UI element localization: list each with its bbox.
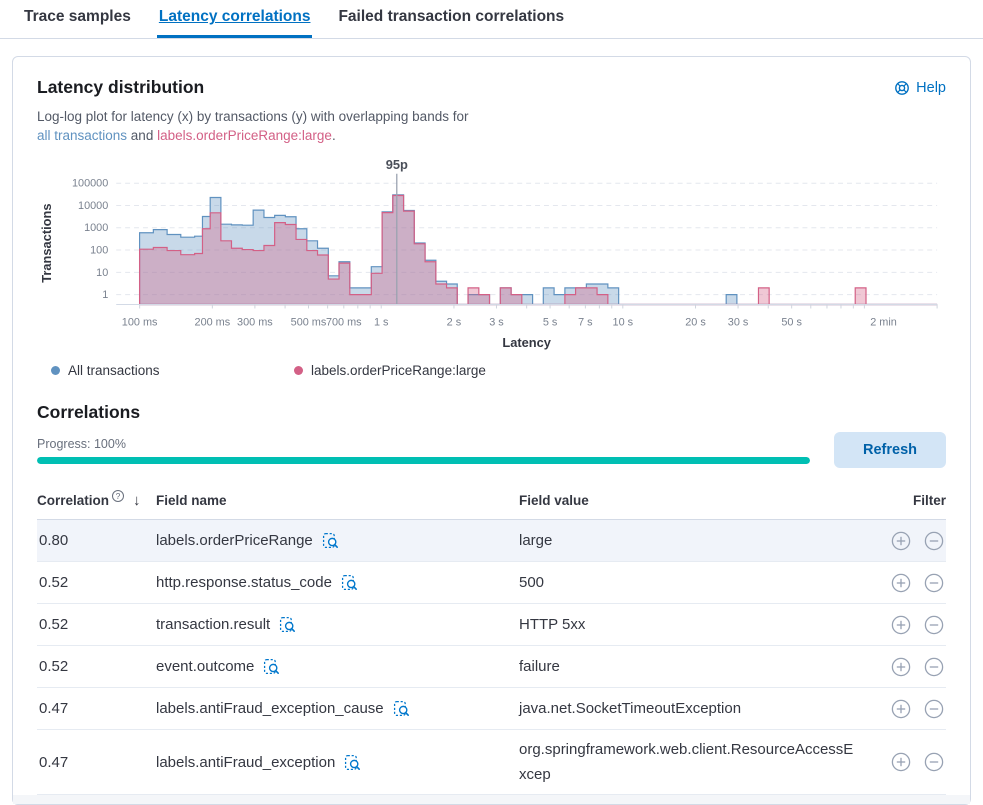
correlation-value: 0.52: [37, 616, 156, 633]
filter-include-button[interactable]: [891, 657, 911, 677]
filter-exclude-button[interactable]: [924, 531, 944, 551]
svg-text:10000: 10000: [78, 200, 108, 212]
svg-text:Latency: Latency: [502, 335, 551, 350]
svg-text:1000: 1000: [84, 222, 108, 234]
latency-correlations-panel: Latency distribution Help Log-log plot f…: [12, 56, 971, 805]
field-name: http.response.status_code: [156, 574, 332, 591]
field-statistics-icon[interactable]: [279, 616, 296, 633]
help-label: Help: [916, 80, 946, 96]
svg-text:5 s: 5 s: [543, 316, 558, 328]
legend-dot-pink: [294, 366, 303, 375]
filter-exclude-button[interactable]: [924, 657, 944, 677]
svg-text:10: 10: [96, 267, 108, 279]
page-title: Latency distribution: [37, 77, 204, 98]
svg-text:100 ms: 100 ms: [122, 316, 158, 328]
field-statistics-icon[interactable]: [322, 532, 339, 549]
correlations-heading: Correlations: [37, 402, 946, 423]
svg-text:95p: 95p: [386, 157, 408, 172]
table-row: 0.52 transaction.result HTTP 5xx: [37, 604, 946, 646]
svg-text:3 s: 3 s: [489, 316, 504, 328]
legend-item-order-price-range[interactable]: labels.orderPriceRange:large: [294, 363, 486, 378]
svg-text:1: 1: [102, 289, 108, 301]
field-statistics-icon[interactable]: [263, 658, 280, 675]
field-name: labels.antiFraud_exception: [156, 754, 335, 771]
tab-bar: Trace samples Latency correlations Faile…: [0, 0, 983, 39]
field-value: large: [519, 521, 856, 560]
svg-text:20 s: 20 s: [685, 316, 706, 328]
field-statistics-icon[interactable]: [344, 754, 361, 771]
filter-include-button[interactable]: [891, 752, 911, 772]
svg-text:10 s: 10 s: [613, 316, 634, 328]
progress-bar: [37, 457, 810, 464]
field-value: failure: [519, 647, 856, 686]
svg-text:50 s: 50 s: [781, 316, 802, 328]
next-row-partial: [13, 795, 970, 804]
field-value: 500: [519, 563, 856, 602]
all-transactions-link[interactable]: all transactions: [37, 128, 127, 143]
column-header-field-value: Field value: [519, 493, 856, 508]
chart-description: Log-log plot for latency (x) by transact…: [37, 107, 946, 145]
legend-dot-blue: [51, 366, 60, 375]
column-header-field-name: Field name: [156, 493, 519, 508]
correlation-value: 0.47: [37, 754, 156, 771]
field-statistics-icon[interactable]: [393, 700, 410, 717]
refresh-button[interactable]: Refresh: [834, 432, 946, 468]
filter-exclude-button[interactable]: [924, 573, 944, 593]
filter-include-button[interactable]: [891, 615, 911, 635]
correlation-value: 0.52: [37, 658, 156, 675]
help-link[interactable]: Help: [894, 80, 946, 96]
field-name: event.outcome: [156, 658, 254, 675]
filter-exclude-button[interactable]: [924, 752, 944, 772]
field-statistics-icon[interactable]: [341, 574, 358, 591]
field-value: org.springframework.web.client.ResourceA…: [519, 730, 856, 794]
info-icon[interactable]: ?: [112, 490, 124, 502]
table-row: 0.52 http.response.status_code 500: [37, 562, 946, 604]
column-header-filter: Filter: [856, 493, 946, 508]
help-icon: [894, 80, 910, 96]
table-row: 0.52 event.outcome failure: [37, 646, 946, 688]
legend-item-all-transactions[interactable]: All transactions: [51, 363, 294, 378]
svg-text:200 ms: 200 ms: [195, 316, 231, 328]
svg-text:300 ms: 300 ms: [237, 316, 273, 328]
tab-failed-transaction-correlations[interactable]: Failed transaction correlations: [336, 0, 566, 38]
order-price-range-link[interactable]: labels.orderPriceRange:large: [157, 128, 332, 143]
field-value: HTTP 5xx: [519, 605, 856, 644]
filter-include-button[interactable]: [891, 573, 911, 593]
correlation-value: 0.47: [37, 700, 156, 717]
field-value: java.net.SocketTimeoutException: [519, 689, 856, 728]
correlations-table: Correlation?↓ Field name Field value Fil…: [37, 484, 946, 795]
svg-text:1 s: 1 s: [374, 316, 389, 328]
progress-label: Progress: 100%: [37, 437, 810, 451]
table-row: 0.47 labels.antiFraud_exception_cause ja…: [37, 688, 946, 730]
svg-text:7 s: 7 s: [578, 316, 593, 328]
column-header-correlation[interactable]: Correlation?↓: [37, 492, 156, 509]
svg-text:100000: 100000: [72, 178, 108, 190]
field-name: labels.orderPriceRange: [156, 532, 313, 549]
svg-text:Transactions: Transactions: [39, 203, 54, 282]
field-name: labels.antiFraud_exception_cause: [156, 700, 384, 717]
tab-trace-samples[interactable]: Trace samples: [22, 0, 133, 38]
svg-text:700 ms: 700 ms: [326, 316, 362, 328]
filter-include-button[interactable]: [891, 699, 911, 719]
sort-descending-icon: ↓: [133, 492, 141, 509]
table-row: 0.80 labels.orderPriceRange large: [37, 520, 946, 562]
svg-text:500 ms: 500 ms: [291, 316, 327, 328]
tab-latency-correlations[interactable]: Latency correlations: [157, 0, 313, 38]
table-header-row: Correlation?↓ Field name Field value Fil…: [37, 484, 946, 520]
svg-text:2 min: 2 min: [870, 316, 897, 328]
svg-text:100: 100: [90, 245, 108, 257]
chart-legend: All transactions labels.orderPriceRange:…: [51, 363, 946, 378]
svg-text:30 s: 30 s: [728, 316, 749, 328]
latency-distribution-chart: 1 10 100 1000 10000 100000 95p 100 ms 200 ms 300 …: [37, 155, 946, 355]
correlation-value: 0.80: [37, 532, 156, 549]
filter-exclude-button[interactable]: [924, 615, 944, 635]
table-row: 0.47 labels.antiFraud_exception org.spri…: [37, 730, 946, 795]
filter-exclude-button[interactable]: [924, 699, 944, 719]
field-name: transaction.result: [156, 616, 270, 633]
correlation-value: 0.52: [37, 574, 156, 591]
svg-text:2 s: 2 s: [447, 316, 462, 328]
filter-include-button[interactable]: [891, 531, 911, 551]
